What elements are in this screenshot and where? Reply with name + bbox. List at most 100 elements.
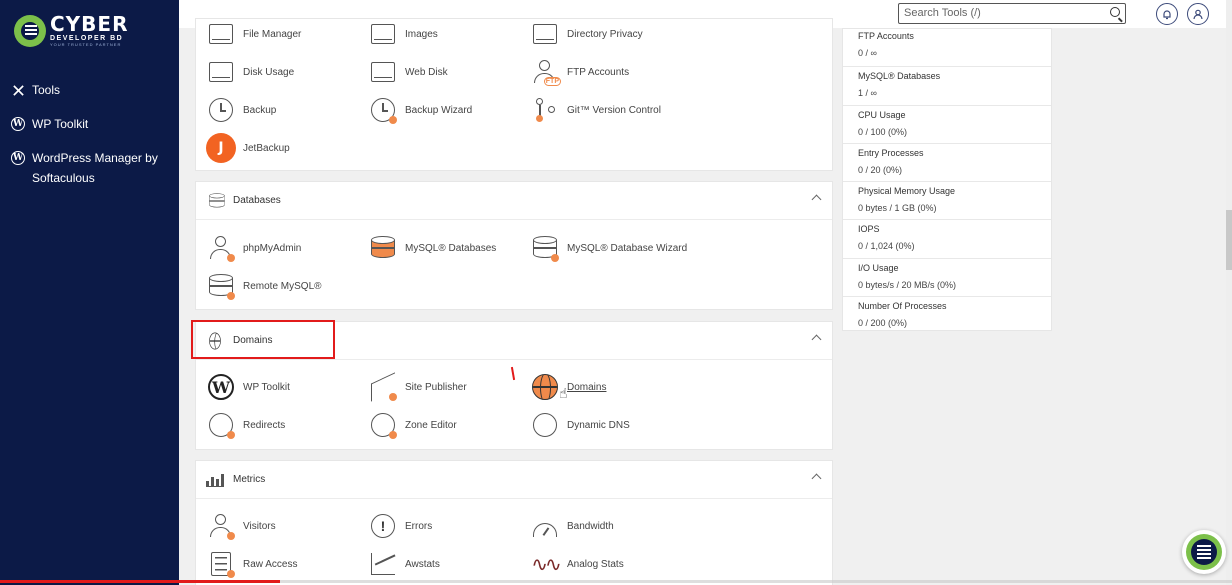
tool-zone-editor[interactable]: Zone Editor xyxy=(368,410,457,440)
tool-raw-access[interactable]: Raw Access xyxy=(206,549,297,579)
tool-domains[interactable]: Domains xyxy=(530,372,606,402)
tool-label: Disk Usage xyxy=(243,66,295,78)
tool-git-version-control[interactable]: Git™ Version Control xyxy=(530,95,661,125)
video-progress-bar[interactable] xyxy=(0,580,1232,583)
search-input[interactable]: Search Tools (/) xyxy=(898,3,1126,24)
server-logo-icon xyxy=(1186,534,1222,570)
sidebar: CYBER DEVELOPER BD YOUR TRUSTED PARTNER … xyxy=(0,0,179,585)
tool-mysql-database-wizard[interactable]: MySQL® Database Wizard xyxy=(530,233,687,263)
paper-plane-icon xyxy=(368,372,398,402)
sidebar-item-tools[interactable]: Tools xyxy=(11,80,171,100)
tool-phpmyadmin[interactable]: phpMyAdmin xyxy=(206,233,301,263)
tool-images[interactable]: Images xyxy=(368,19,438,49)
notifications-button[interactable] xyxy=(1156,3,1178,25)
stat-label: Number Of Processes xyxy=(858,301,947,312)
folder-icon xyxy=(206,19,236,49)
disk-icon xyxy=(206,57,236,87)
databases-header[interactable]: Databases xyxy=(196,182,832,220)
git-branch-icon xyxy=(530,95,560,125)
chevron-up-icon[interactable] xyxy=(811,334,822,345)
sidebar-item-label: Tools xyxy=(32,83,61,97)
stat-number-of-processes: Number Of Processes 0 / 200 (0%) xyxy=(843,297,1051,335)
tool-backup[interactable]: Backup xyxy=(206,95,276,125)
tool-label: File Manager xyxy=(243,28,302,40)
chevron-up-icon[interactable] xyxy=(811,473,822,484)
tool-label: MySQL® Database Wizard xyxy=(567,242,688,254)
tool-analog-stats[interactable]: ∿∿ Analog Stats xyxy=(530,549,624,579)
visitors-icon xyxy=(206,511,236,541)
brand-sub: DEVELOPER BD xyxy=(50,35,124,42)
tool-mysql-databases[interactable]: MySQL® Databases xyxy=(368,233,496,263)
sidebar-nav: Tools W WP Toolkit W WordPress Manager b… xyxy=(11,80,171,202)
tool-directory-privacy[interactable]: Directory Privacy xyxy=(530,19,643,49)
tool-label: Zone Editor xyxy=(405,419,457,431)
tool-dynamic-dns[interactable]: Dynamic DNS xyxy=(530,410,630,440)
tool-file-manager[interactable]: File Manager xyxy=(206,19,301,49)
tool-label: Raw Access xyxy=(243,558,298,570)
tool-awstats[interactable]: Awstats xyxy=(368,549,440,579)
mysql-database-icon xyxy=(368,233,398,263)
tool-ftp-accounts[interactable]: FTP FTP Accounts xyxy=(530,57,629,87)
tool-jetbackup[interactable]: J JetBackup xyxy=(206,133,290,163)
stat-io-usage: I/O Usage 0 bytes/s / 20 MB/s (0%) xyxy=(843,259,1051,298)
statistics-panel: FTP Accounts 0 / ∞ MySQL® Databases 1 / … xyxy=(842,28,1052,331)
tool-disk-usage[interactable]: Disk Usage xyxy=(206,57,294,87)
tool-label: Errors xyxy=(405,520,433,532)
chevron-up-icon[interactable] xyxy=(811,194,822,205)
tool-web-disk[interactable]: Web Disk xyxy=(368,57,448,87)
document-icon xyxy=(206,549,236,579)
globe-icon xyxy=(206,332,224,350)
tool-label: Bandwidth xyxy=(567,520,614,532)
wordpress-icon: W xyxy=(11,151,25,165)
stat-value: 0 / 200 (0%) xyxy=(858,318,908,329)
tool-label: Backup xyxy=(243,104,277,116)
brand-name: CYBER xyxy=(50,12,129,36)
tool-label: Images xyxy=(405,28,438,40)
tool-errors[interactable]: ! Errors xyxy=(368,511,432,541)
tool-site-publisher[interactable]: Site Publisher xyxy=(368,372,467,402)
stat-iops: IOPS 0 / 1,024 (0%) xyxy=(843,220,1051,259)
scrollbar[interactable] xyxy=(1226,0,1232,585)
tool-label: Analog Stats xyxy=(567,558,624,570)
search-icon[interactable] xyxy=(1110,7,1120,17)
tool-label: Remote MySQL® xyxy=(243,280,322,292)
tool-label: Directory Privacy xyxy=(567,28,643,40)
stat-value: 0 / 100 (0%) xyxy=(858,126,908,137)
web-disk-icon xyxy=(368,57,398,87)
support-chat-button[interactable] xyxy=(1182,530,1226,574)
tool-label: MySQL® Databases xyxy=(405,242,497,254)
tool-label: Backup Wizard xyxy=(405,104,473,116)
user-menu-button[interactable] xyxy=(1187,3,1209,25)
sidebar-item-label: WP Toolkit xyxy=(32,117,89,131)
tool-bandwidth[interactable]: Bandwidth xyxy=(530,511,614,541)
databases-panel: Databases phpMyAdmin MySQL® Databases My… xyxy=(195,181,833,310)
files-panel: File Manager Images Directory Privacy Di… xyxy=(195,18,833,171)
stat-value: 0 / 20 (0%) xyxy=(858,164,903,175)
metrics-header[interactable]: Metrics xyxy=(196,461,832,499)
scroll-thumb[interactable] xyxy=(1226,210,1232,270)
stat-physical-memory: Physical Memory Usage 0 bytes / 1 GB (0%… xyxy=(843,182,1051,221)
tool-redirects[interactable]: Redirects xyxy=(206,410,285,440)
stat-mysql-databases: MySQL® Databases 1 / ∞ xyxy=(843,67,1051,106)
tool-backup-wizard[interactable]: Backup Wizard xyxy=(368,95,472,125)
tool-label: Web Disk xyxy=(405,66,448,78)
tool-visitors[interactable]: Visitors xyxy=(206,511,276,541)
section-title: Metrics xyxy=(233,474,266,485)
brand-logo[interactable]: CYBER DEVELOPER BD YOUR TRUSTED PARTNER xyxy=(14,14,128,47)
globe-icon xyxy=(530,372,560,402)
section-title: Databases xyxy=(233,195,281,206)
tool-label: Redirects xyxy=(243,419,286,431)
ftp-icon: FTP xyxy=(530,57,561,87)
tool-remote-mysql[interactable]: Remote MySQL® xyxy=(206,271,322,301)
sidebar-item-wordpress-manager[interactable]: W WordPress Manager by Softaculous xyxy=(11,148,171,188)
remote-database-icon xyxy=(206,271,236,301)
tool-label: Git™ Version Control xyxy=(567,104,661,116)
tool-wp-toolkit[interactable]: W WP Toolkit xyxy=(206,372,290,402)
domains-header[interactable]: Domains xyxy=(196,322,832,360)
stat-value: 1 / ∞ xyxy=(858,88,877,99)
sidebar-item-wp-toolkit[interactable]: W WP Toolkit xyxy=(11,114,171,134)
gauge-icon xyxy=(530,511,560,541)
stat-cpu-usage: CPU Usage 0 / 100 (0%) xyxy=(843,106,1051,144)
folder-lock-icon xyxy=(530,19,560,49)
stat-label: Entry Processes xyxy=(858,147,924,158)
